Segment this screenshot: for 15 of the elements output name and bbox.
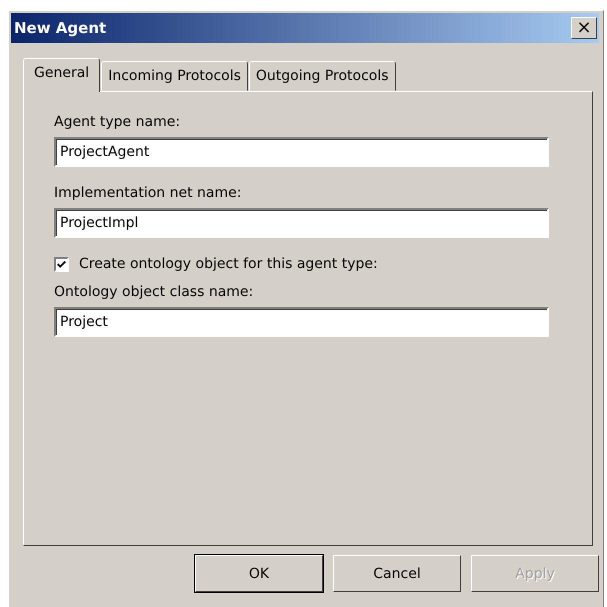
checkbox-label[interactable]: Create ontology object for this agent type: [79, 256, 378, 272]
window-title: New Agent [14, 19, 106, 37]
dialog-button[interactable]: Cancel [333, 555, 461, 592]
tab[interactable]: Incoming Protocols [101, 61, 248, 91]
input-field[interactable]: Project [54, 307, 549, 337]
close-button[interactable]: × [571, 17, 597, 39]
field-label: Ontology object class name: [54, 284, 254, 300]
tab[interactable]: General [23, 58, 100, 92]
tab[interactable]: Outgoing Protocols [248, 61, 396, 91]
field-label: Implementation net name: [54, 185, 242, 201]
dialog-button[interactable]: OK [195, 555, 323, 592]
checkbox[interactable] [54, 256, 69, 272]
field-label: Agent type name: [54, 114, 182, 130]
input-field[interactable]: ProjectAgent [54, 137, 549, 167]
input-field[interactable]: ProjectImpl [54, 208, 549, 238]
